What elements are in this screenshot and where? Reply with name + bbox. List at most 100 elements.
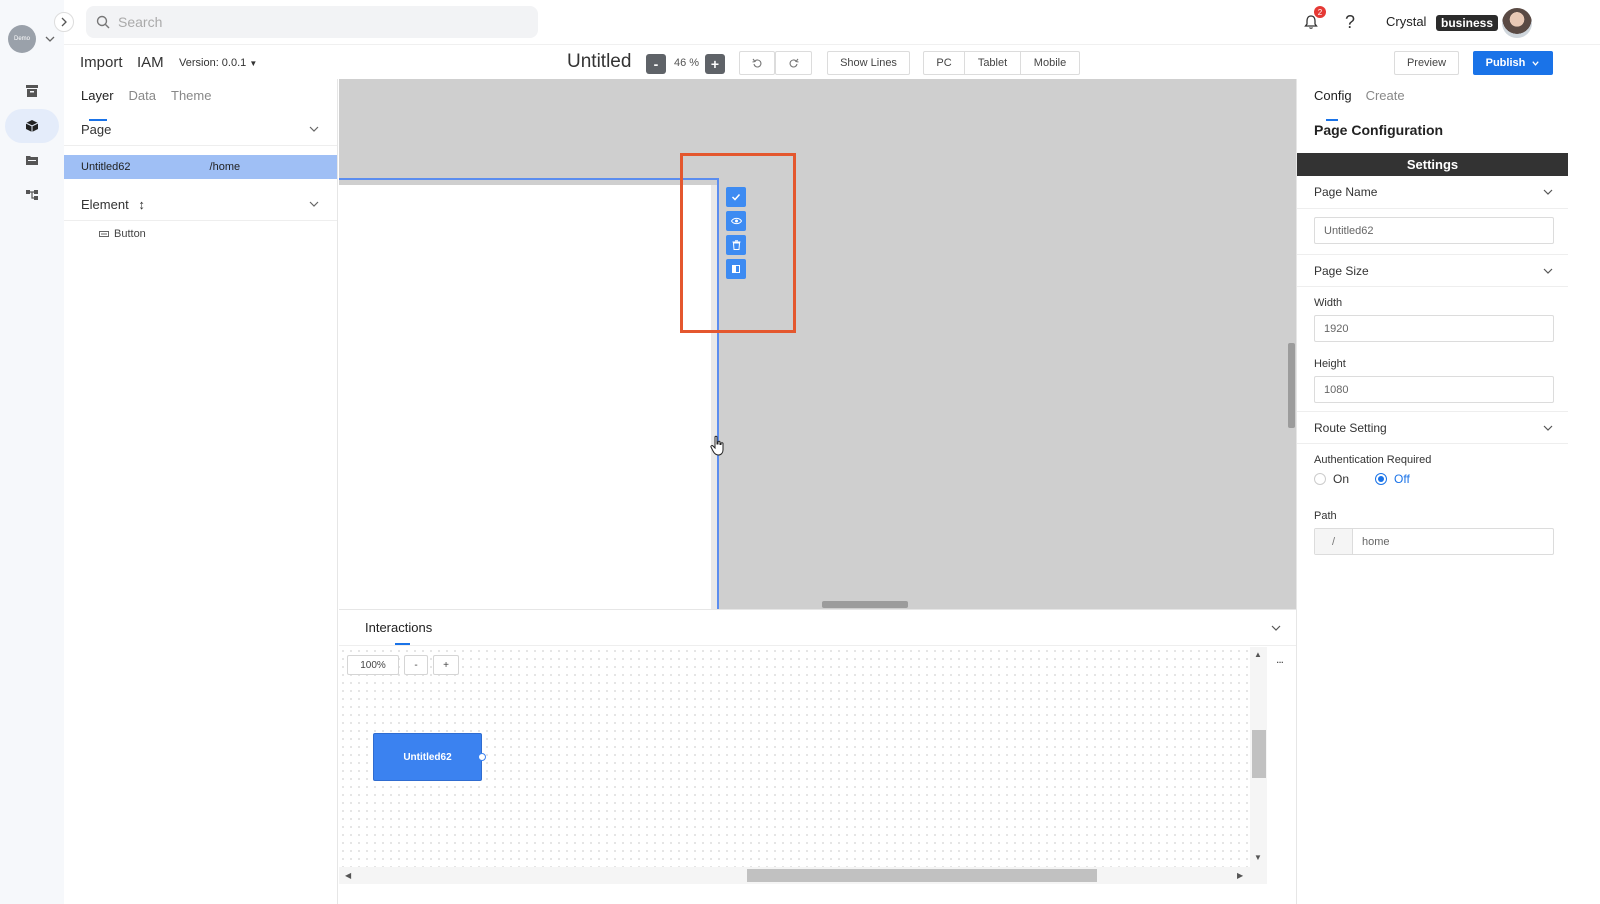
settings-header: Settings (1297, 153, 1568, 176)
right-panel-tabs: Config Create (1297, 79, 1568, 121)
page-name-section-header[interactable]: Page Name (1297, 176, 1568, 209)
flow-horizontal-scrollbar[interactable] (747, 869, 1097, 882)
drag-vertical-icon[interactable]: ↕ (138, 197, 145, 212)
left-panel-tabs: Layer Data Theme (64, 79, 337, 121)
path-field[interactable]: / home (1314, 528, 1554, 555)
chevron-right-icon (61, 17, 67, 27)
canvas-vertical-scrollbar[interactable] (1288, 343, 1295, 428)
page-section-header[interactable]: Page (64, 113, 337, 146)
help-button[interactable]: ? (1338, 10, 1362, 34)
tab-theme[interactable]: Theme (171, 88, 211, 113)
rail-item-structure[interactable] (4, 178, 60, 212)
element-section-title: Element ↕ (81, 197, 145, 212)
flow-page-node[interactable]: Untitled62 (373, 733, 482, 781)
section-title: Page Name (1314, 185, 1378, 199)
tab-data[interactable]: Data (129, 88, 156, 113)
auth-off-radio[interactable]: Off (1375, 472, 1410, 486)
search-input[interactable] (118, 14, 518, 30)
zoom-out-button[interactable]: - (646, 54, 666, 74)
chevron-down-icon (309, 201, 319, 207)
chevron-down-icon (1543, 425, 1553, 431)
rail-item-files[interactable] (4, 143, 60, 177)
interaction-flow-canvas[interactable]: 100% - + Untitled62 (339, 647, 1267, 874)
element-section-label: Element (81, 196, 129, 212)
chevron-down-icon[interactable] (1270, 622, 1282, 634)
route-setting-section-header[interactable]: Route Setting (1297, 411, 1568, 444)
height-field[interactable]: 1080 (1314, 376, 1554, 403)
flow-zoom-in-button[interactable]: + (433, 655, 459, 675)
notifications-button[interactable]: 2 (1299, 6, 1326, 34)
rail-item-archive[interactable] (4, 74, 60, 108)
show-lines-button[interactable]: Show Lines (827, 51, 910, 75)
flow-vertical-scrollbar[interactable] (1252, 730, 1266, 778)
workspace-logo[interactable]: Demo (8, 25, 36, 53)
page-section-title: Page (81, 121, 112, 137)
zoom-in-button[interactable]: + (705, 54, 725, 74)
scroll-up-arrow-icon[interactable]: ▲ (1254, 650, 1262, 659)
layer-panel: Layer Data Theme Page Untitled62 /home E… (64, 79, 338, 904)
tab-config[interactable]: Config (1314, 88, 1352, 121)
design-canvas[interactable] (339, 79, 1296, 609)
radio-label: Off (1394, 472, 1410, 486)
undo-icon (752, 58, 762, 68)
right-edge-strip (1568, 79, 1600, 904)
page-route: /home (209, 161, 241, 173)
scroll-down-arrow-icon[interactable]: ▼ (1254, 853, 1262, 862)
editor-toolbar: Import IAM Version: 0.0.1 ▼ Untitled - 4… (64, 44, 1600, 79)
selection-outline (339, 178, 719, 609)
document-title[interactable]: Untitled (567, 51, 631, 73)
search-icon (96, 15, 110, 29)
flow-zoom-level: 100% (347, 655, 399, 675)
avatar[interactable] (1502, 8, 1532, 38)
config-panel: Config Create Page Configuration Setting… (1296, 79, 1568, 904)
button-component-icon (99, 231, 109, 237)
version-select[interactable]: Version: 0.0.1 ▼ (179, 57, 257, 69)
width-field[interactable]: 1920 (1314, 315, 1554, 342)
rail-item-components[interactable] (5, 109, 59, 143)
iam-button[interactable]: IAM (137, 54, 164, 71)
tree-icon (26, 190, 38, 200)
caret-down-icon: ▼ (249, 59, 258, 68)
node-output-port[interactable] (478, 753, 486, 761)
canvas-horizontal-scrollbar[interactable] (822, 601, 908, 608)
expand-sidebar-button[interactable] (54, 12, 74, 32)
preview-button[interactable]: Preview (1394, 51, 1459, 75)
import-button[interactable]: Import (80, 54, 123, 71)
flow-zoom-out-button[interactable]: - (404, 655, 428, 675)
element-tree-item-button[interactable]: Button (64, 222, 337, 246)
section-title: Route Setting (1314, 420, 1387, 435)
chevron-down-icon[interactable] (44, 33, 56, 45)
top-header: 2 ? Crystal business (64, 0, 1600, 44)
page-size-section-header[interactable]: Page Size (1297, 254, 1568, 287)
page-list-item[interactable]: Untitled62 /home (64, 155, 337, 179)
chevron-down-icon (309, 126, 319, 132)
auth-on-radio[interactable]: On (1314, 472, 1349, 486)
scroll-right-arrow-icon[interactable]: ▶ (1237, 871, 1243, 880)
tab-create[interactable]: Create (1366, 88, 1405, 113)
path-input[interactable]: home (1353, 529, 1390, 554)
publish-button[interactable]: Publish (1473, 51, 1553, 75)
path-prefix: / (1315, 529, 1353, 554)
device-mobile-button[interactable]: Mobile (1021, 52, 1079, 74)
publish-label: Publish (1485, 57, 1526, 69)
tab-layer[interactable]: Layer (81, 88, 114, 121)
notification-badge: 2 (1314, 6, 1326, 18)
archive-icon (26, 85, 38, 97)
search-bar[interactable] (86, 6, 538, 38)
redo-button[interactable] (775, 51, 812, 75)
page-name-field[interactable]: Untitled62 (1314, 217, 1554, 244)
element-section-header[interactable]: Element ↕ (64, 188, 337, 221)
scroll-left-arrow-icon[interactable]: ◀ (345, 871, 351, 880)
plan-badge: business (1436, 15, 1499, 31)
undo-button[interactable] (739, 51, 775, 75)
more-options-button[interactable]: ... (1276, 652, 1284, 666)
height-label: Height (1314, 358, 1346, 370)
device-pc-button[interactable]: PC (924, 52, 965, 74)
zoom-level: 46 % (674, 57, 700, 69)
element-label: Button (114, 228, 146, 240)
version-label: Version: 0.0.1 (179, 57, 247, 69)
workspace-logo-text: Demo (13, 36, 30, 42)
hand-cursor-icon (710, 435, 724, 456)
interactions-header[interactable]: Interactions (339, 610, 1296, 646)
device-tablet-button[interactable]: Tablet (965, 52, 1021, 74)
